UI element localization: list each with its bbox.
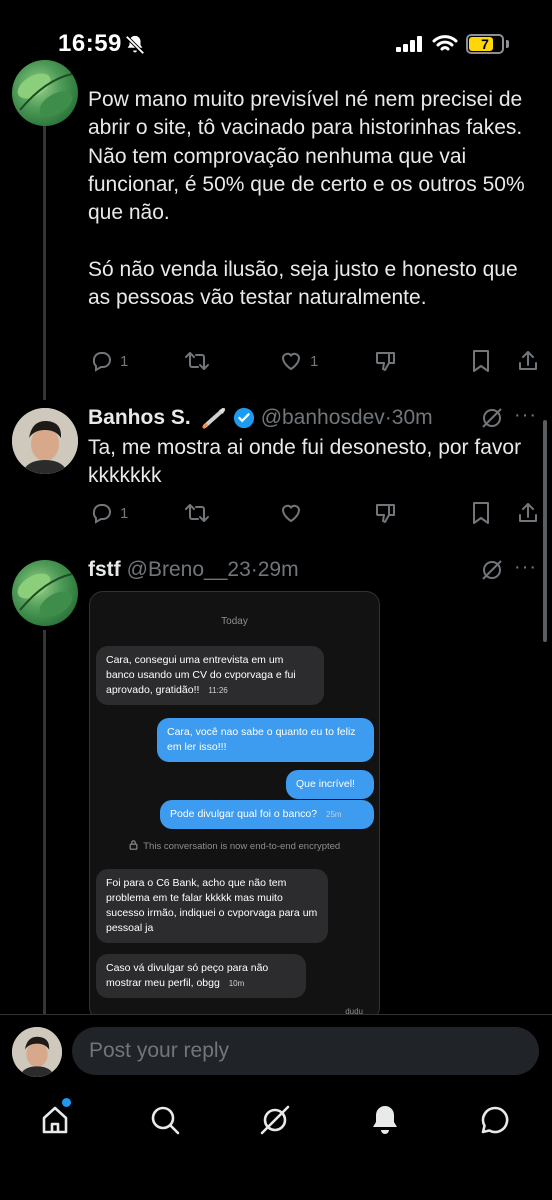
retweet-icon: [185, 352, 209, 370]
encryption-notice: This conversation is now end-to-end encr…: [90, 840, 379, 852]
more-options-icon[interactable]: ···: [514, 404, 537, 427]
author-name[interactable]: fstf: [88, 558, 121, 582]
bookmark-icon: [473, 350, 489, 372]
share-button[interactable]: [516, 346, 540, 376]
status-bar: 16:59 7: [0, 0, 552, 80]
avatar-image: [17, 573, 73, 617]
author-name[interactable]: Banhos S.: [88, 406, 191, 430]
user-avatar[interactable]: [12, 1027, 62, 1077]
bell-off-icon: [125, 35, 145, 55]
chat-message-incoming: Caso vá divulgar só peço para não mostra…: [96, 954, 306, 998]
tab-grok[interactable]: [255, 1100, 295, 1140]
reply-count: 1: [120, 504, 129, 522]
reply-button[interactable]: 1: [90, 498, 128, 528]
status-time: 16:59: [58, 30, 122, 57]
reply-count: 1: [120, 352, 129, 370]
chat-message-time: 10m: [228, 979, 245, 988]
battery-icon: 7: [466, 34, 504, 54]
thumbs-down-icon: [376, 504, 395, 523]
home-icon: [42, 1106, 68, 1134]
tweet-text: Ta, me mostra ai onde fui desonesto, por…: [88, 436, 527, 488]
chat-date: Today: [221, 616, 248, 627]
retweet-button[interactable]: [184, 346, 210, 376]
battery-percent: 7: [481, 36, 489, 52]
bookmark-button[interactable]: [470, 346, 492, 376]
chat-message-text: Foi para o C6 Bank, acho que não tem pro…: [106, 877, 318, 934]
heart-icon: [281, 352, 301, 371]
tab-notifications[interactable]: [365, 1100, 405, 1140]
bookmark-icon: [473, 502, 489, 524]
share-icon: [519, 503, 537, 522]
search-icon: [151, 1106, 180, 1135]
chat-message-outgoing: Pode divulgar qual foi o banco? 25m: [160, 800, 374, 829]
like-button[interactable]: [278, 498, 304, 528]
tweet-header: fstf @Breno__23 · 29m: [88, 556, 299, 584]
heart-icon: [281, 504, 301, 523]
chat-message-text: Pode divulgar qual foi o banco?: [170, 808, 318, 820]
author-handle[interactable]: @Breno__23: [127, 558, 251, 582]
tweet-time: 29m: [257, 558, 299, 581]
verified-badge-icon: [233, 407, 254, 429]
more-options-icon[interactable]: ···: [514, 556, 537, 579]
bottom-tab-bar: [0, 1084, 552, 1200]
avatar[interactable]: [12, 560, 78, 626]
avatar-image: [12, 1027, 62, 1077]
chat-message-incoming: Foi para o C6 Bank, acho que não tem pro…: [96, 869, 328, 943]
reply-icon: [92, 504, 111, 524]
thumbs-down-icon: [376, 352, 395, 371]
chat-bubble-icon: [481, 1106, 509, 1134]
retweet-icon: [185, 504, 209, 522]
tweet-text: Pow mano muito previsível né nem precise…: [88, 88, 525, 310]
chat-message-time: 11:26: [208, 686, 228, 695]
grok-icon[interactable]: [480, 406, 504, 430]
dislike-button[interactable]: [374, 346, 398, 376]
avatar[interactable]: [12, 408, 78, 474]
like-count: 1: [310, 352, 319, 370]
lock-icon: [129, 840, 138, 850]
tweet-actions: 1 1: [88, 346, 538, 376]
separator-dot: ·: [384, 406, 392, 429]
retweet-button[interactable]: [184, 498, 210, 528]
chat-message-text: Que incrível!: [296, 778, 355, 790]
tab-search[interactable]: [145, 1100, 185, 1140]
tweet-time: 30m: [391, 406, 433, 429]
bookmark-button[interactable]: [470, 498, 492, 528]
chat-message-time: 25m: [326, 810, 342, 819]
scrollbar[interactable]: [543, 420, 547, 642]
tweet-image[interactable]: Today Cara, consegui uma entrevista em u…: [89, 591, 380, 1021]
wifi-icon: [432, 35, 458, 51]
chat-message-outgoing: Que incrível!: [286, 770, 374, 799]
tweet-header: Banhos S. @banhosdev · 30m: [88, 404, 433, 432]
rocket-emoji-icon: [201, 408, 225, 430]
chat-message-text: Cara, consegui uma entrevista em um banc…: [106, 654, 296, 696]
dislike-button[interactable]: [374, 498, 398, 528]
encryption-notice-text: This conversation is now end-to-end encr…: [143, 841, 341, 852]
battery-tip: [506, 40, 509, 48]
reply-icon: [92, 352, 111, 372]
notification-dot: [62, 1098, 71, 1107]
grok-icon: [260, 1105, 290, 1135]
signal-icon: [396, 36, 422, 52]
thread-line: [43, 630, 46, 1020]
tweet-actions: 1: [88, 498, 538, 528]
like-button[interactable]: 1: [278, 346, 318, 376]
bell-icon: [373, 1106, 397, 1134]
tab-messages[interactable]: [475, 1100, 515, 1140]
reply-input[interactable]: [72, 1027, 539, 1075]
chat-message-text: Cara, você nao sabe o quanto eu to feliz…: [167, 726, 356, 753]
grok-icon[interactable]: [480, 558, 504, 582]
share-icon: [519, 351, 537, 370]
share-button[interactable]: [516, 498, 540, 528]
chat-message-incoming: Cara, consegui uma entrevista em um banc…: [96, 646, 324, 705]
avatar-image: [12, 408, 78, 474]
chat-message-outgoing: Cara, você nao sabe o quanto eu to feliz…: [157, 718, 374, 762]
author-handle[interactable]: @banhosdev: [261, 406, 385, 430]
avatar-image: [17, 73, 73, 117]
thread-line: [43, 110, 46, 400]
separator-dot: ·: [250, 558, 258, 581]
reply-button[interactable]: 1: [90, 346, 128, 376]
avatar[interactable]: [12, 60, 78, 126]
